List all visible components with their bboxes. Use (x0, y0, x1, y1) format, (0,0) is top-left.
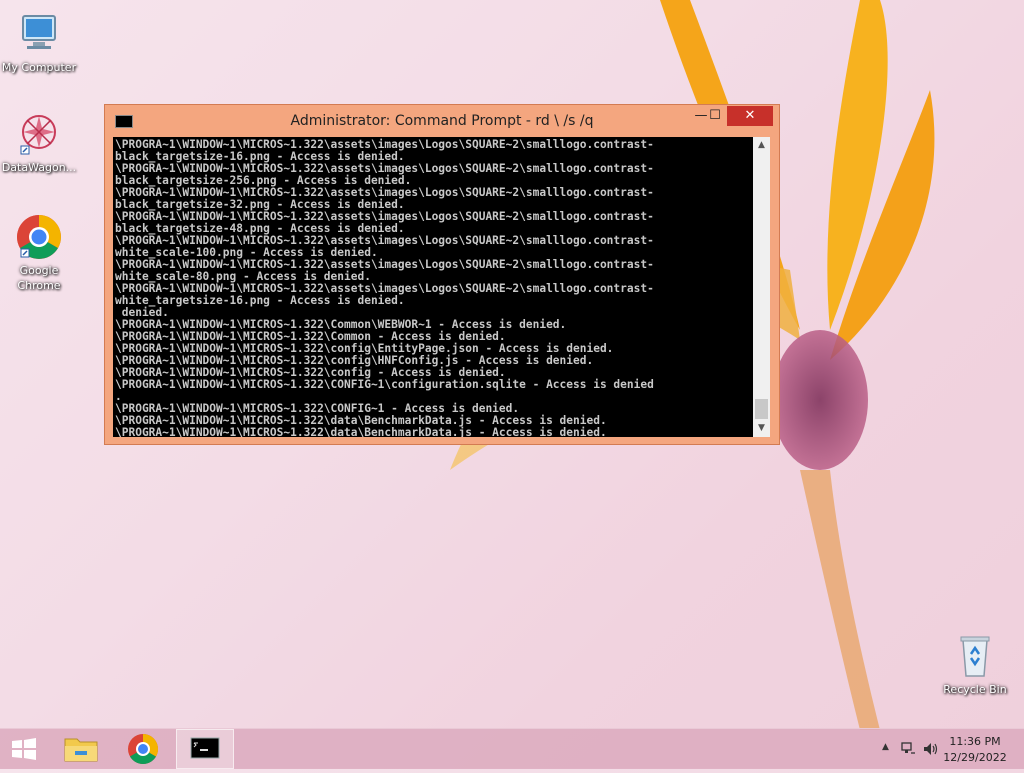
windows-start-icon (12, 738, 36, 760)
scroll-down-icon[interactable]: ▼ (753, 420, 770, 437)
clock-date[interactable]: 12/29/2022 (940, 751, 1010, 764)
command-prompt-window[interactable]: Administrator: Command Prompt - rd \ /s … (104, 104, 780, 445)
taskbar: ▲ 11:36 PM 12/29/2022 (0, 728, 1024, 769)
chrome-icon (128, 734, 159, 765)
network-icon[interactable] (900, 741, 916, 757)
console-output[interactable]: \PROGRA~1\WINDOW~1\MICROS~1.322\assets\i… (113, 137, 753, 437)
desktop-icon-datawagon[interactable]: DataWagon... (0, 110, 78, 175)
maximize-button[interactable]: ☐ (701, 106, 729, 126)
desktop-icon-label: DataWagon... (1, 161, 77, 174)
desktop-icon-recycle-bin[interactable]: Recycle Bin (936, 632, 1014, 697)
computer-icon (22, 15, 56, 49)
desktop-icon-label: Recycle Bin (943, 683, 1007, 696)
console-text: \PROGRA~1\WINDOW~1\MICROS~1.322\assets\i… (115, 138, 654, 438)
scrollbar-thumb[interactable] (755, 399, 768, 419)
scroll-up-icon[interactable]: ▲ (753, 137, 770, 154)
vertical-scrollbar[interactable]: ▲ ▼ (753, 137, 770, 437)
show-hidden-icons-icon[interactable]: ▲ (882, 742, 889, 752)
recycle-bin-icon (960, 636, 990, 677)
taskbar-command-prompt[interactable] (176, 729, 234, 769)
desktop-icon-label: Google Chrome (17, 264, 61, 292)
command-prompt-icon (190, 737, 220, 759)
desktop-icon-label: My Computer (1, 61, 77, 74)
system-tray: ▲ 11:36 PM 12/29/2022 (864, 729, 1024, 769)
desktop-icon-my-computer[interactable]: My Computer (0, 10, 78, 75)
window-title: Administrator: Command Prompt - rd \ /s … (290, 113, 594, 129)
start-button[interactable] (0, 729, 48, 769)
clock-time[interactable]: 11:36 PM (940, 735, 1010, 748)
taskbar-file-explorer[interactable] (55, 729, 107, 769)
window-titlebar[interactable]: Administrator: Command Prompt - rd \ /s … (105, 105, 779, 136)
file-explorer-icon (64, 738, 98, 762)
desktop-icon-google-chrome[interactable]: Google Chrome (0, 213, 78, 293)
close-button[interactable]: ✕ (727, 106, 773, 126)
datawagon-icon (20, 115, 56, 155)
chrome-icon (17, 215, 61, 259)
volume-icon[interactable] (922, 741, 940, 757)
taskbar-chrome[interactable] (117, 729, 169, 769)
